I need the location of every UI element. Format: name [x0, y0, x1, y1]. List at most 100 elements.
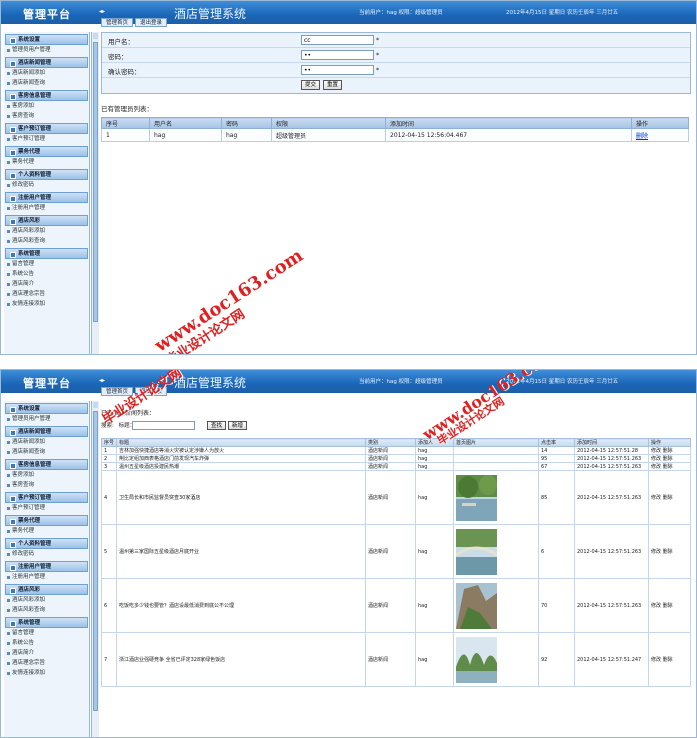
cell-hits: 95: [538, 454, 575, 463]
sidebar-item[interactable]: 酒店新闻添加: [4, 437, 89, 447]
sidebar-section-header[interactable]: 个人资料管理: [5, 169, 88, 180]
cell-category: 酒店新闻: [365, 470, 416, 525]
cell-author: hag: [415, 446, 454, 455]
sidebar-scrollbar[interactable]: [91, 32, 99, 354]
tab-logout[interactable]: 退出登录: [135, 18, 168, 27]
cell-hits: 14: [538, 446, 575, 455]
edit-link[interactable]: 修改: [651, 549, 661, 555]
sidebar-item[interactable]: 客户预订管理: [4, 503, 89, 513]
sidebar-item[interactable]: 票务代理: [4, 526, 89, 536]
cell-image: [453, 454, 539, 463]
sidebar-item[interactable]: 酒店风彩添加: [4, 226, 89, 236]
delete-link[interactable]: 删除: [663, 456, 673, 462]
username-input[interactable]: [301, 35, 374, 45]
delete-link[interactable]: 删除: [663, 603, 673, 609]
find-button[interactable]: 查找: [207, 421, 227, 430]
sidebar-item[interactable]: 注册用户管理: [4, 572, 89, 582]
sidebar-section-header[interactable]: 酒店风彩: [5, 215, 88, 226]
sidebar-section-header[interactable]: 酒店风彩: [5, 584, 88, 595]
sidebar-section-header[interactable]: 系统设置: [5, 403, 88, 414]
tab-home[interactable]: 管理首页: [101, 18, 134, 27]
cell-actions: 修改 删除: [648, 462, 691, 471]
col-header: 序号: [101, 438, 117, 447]
admin-list-title: 已有管理员列表：: [101, 105, 153, 113]
cell-password: hag: [221, 128, 272, 142]
sidebar-section-header[interactable]: 系统管理: [5, 248, 88, 259]
confirm-password-input[interactable]: [301, 65, 374, 75]
sidebar-item[interactable]: 票务代理: [4, 157, 89, 167]
sidebar-section-header[interactable]: 客户预订管理: [5, 492, 88, 503]
col-header: 首页图片: [453, 438, 539, 447]
sidebar-item[interactable]: 酒店理念宗旨: [4, 289, 89, 299]
sidebar-item[interactable]: 注册用户管理: [4, 203, 89, 213]
cell-category: 酒店新闻: [365, 578, 416, 633]
sidebar-section-header[interactable]: 酒店新闻管理: [5, 426, 88, 437]
sidebar-item[interactable]: 修改密码: [4, 180, 89, 190]
date-info: 2012年4月15日 星期日 农历壬辰年 三月廿五: [506, 10, 619, 16]
edit-link[interactable]: 修改: [651, 464, 661, 470]
sidebar-item[interactable]: 管理员用户管理: [4, 414, 89, 424]
sidebar-item[interactable]: 酒店新闻查询: [4, 447, 89, 457]
sidebar-item[interactable]: 友情连接添加: [4, 299, 89, 309]
edit-link[interactable]: 修改: [651, 657, 661, 663]
delete-link[interactable]: 删除: [663, 464, 673, 470]
sidebar-item[interactable]: 酒店风彩查询: [4, 605, 89, 615]
delete-link[interactable]: 删除: [663, 448, 673, 454]
sidebar-item[interactable]: 友情连接添加: [4, 668, 89, 678]
table-row: 5 温州第三家国际五星级酒店月底开业 酒店新闻 hag 6 2012-04-15 12:5…: [101, 524, 691, 579]
sidebar-item[interactable]: 系统公告: [4, 638, 89, 648]
reset-button[interactable]: 重置: [323, 80, 343, 90]
cell-time: 2012-04-15 12:57:51.263: [574, 578, 649, 633]
col-header: 序号: [101, 117, 150, 129]
sidebar-item[interactable]: 留言管理: [4, 259, 89, 269]
sidebar-item[interactable]: 酒店新闻添加: [4, 68, 89, 78]
cell-time: 2012-04-15 12:57:51.263: [574, 462, 649, 471]
add-news-button[interactable]: 新增: [228, 421, 248, 430]
delete-link[interactable]: 删除: [636, 133, 648, 140]
tab-logout[interactable]: 退出登录: [135, 387, 168, 396]
sidebar-section-header[interactable]: 注册用户管理: [5, 561, 88, 572]
col-header: 添加人: [415, 438, 454, 447]
delete-link[interactable]: 删除: [663, 657, 673, 663]
sidebar-item[interactable]: 管理员用户管理: [4, 45, 89, 55]
collapse-icon[interactable]: ◂▸: [99, 8, 105, 15]
edit-link[interactable]: 修改: [651, 603, 661, 609]
sidebar-item[interactable]: 客房添加: [4, 470, 89, 480]
sidebar-section-header[interactable]: 系统设置: [5, 34, 88, 45]
delete-link[interactable]: 删除: [663, 549, 673, 555]
sidebar-section-header[interactable]: 票务代理: [5, 146, 88, 157]
sidebar-section-header[interactable]: 客户预订管理: [5, 123, 88, 134]
sidebar-item[interactable]: 客户预订管理: [4, 134, 89, 144]
top-tabs: 管理首页 退出登录: [101, 387, 168, 396]
sidebar-section-header[interactable]: 客房信息管理: [5, 459, 88, 470]
sidebar-section-header[interactable]: 客房信息管理: [5, 90, 88, 101]
sidebar-item[interactable]: 客房查询: [4, 111, 89, 121]
password-input[interactable]: [301, 50, 374, 60]
edit-link[interactable]: 修改: [651, 495, 661, 501]
edit-link[interactable]: 修改: [651, 456, 661, 462]
search-input[interactable]: [132, 421, 195, 430]
sidebar-section-header[interactable]: 注册用户管理: [5, 192, 88, 203]
sidebar-item[interactable]: 酒店简介: [4, 648, 89, 658]
sidebar-item[interactable]: 酒店风彩查询: [4, 236, 89, 246]
sidebar-item[interactable]: 留言管理: [4, 628, 89, 638]
col-header: 类别: [365, 438, 416, 447]
submit-button[interactable]: 提交: [301, 80, 321, 90]
sidebar-item[interactable]: 系统公告: [4, 269, 89, 279]
tab-home[interactable]: 管理首页: [101, 387, 134, 396]
sidebar-item[interactable]: 客房查询: [4, 480, 89, 490]
delete-link[interactable]: 删除: [663, 495, 673, 501]
sidebar-item[interactable]: 酒店新闻查询: [4, 78, 89, 88]
sidebar-item[interactable]: 客房添加: [4, 101, 89, 111]
sidebar-section-header[interactable]: 酒店新闻管理: [5, 57, 88, 68]
sidebar-item[interactable]: 酒店风彩添加: [4, 595, 89, 605]
sidebar-scrollbar[interactable]: [91, 401, 99, 737]
sidebar-section-header[interactable]: 系统管理: [5, 617, 88, 628]
sidebar-section-header[interactable]: 票务代理: [5, 515, 88, 526]
sidebar-item[interactable]: 酒店理念宗旨: [4, 658, 89, 668]
sidebar-item[interactable]: 修改密码: [4, 549, 89, 559]
sidebar-section-header[interactable]: 个人资料管理: [5, 538, 88, 549]
sidebar-item[interactable]: 酒店简介: [4, 279, 89, 289]
edit-link[interactable]: 修改: [651, 448, 661, 454]
collapse-icon[interactable]: ◂▸: [99, 377, 105, 384]
